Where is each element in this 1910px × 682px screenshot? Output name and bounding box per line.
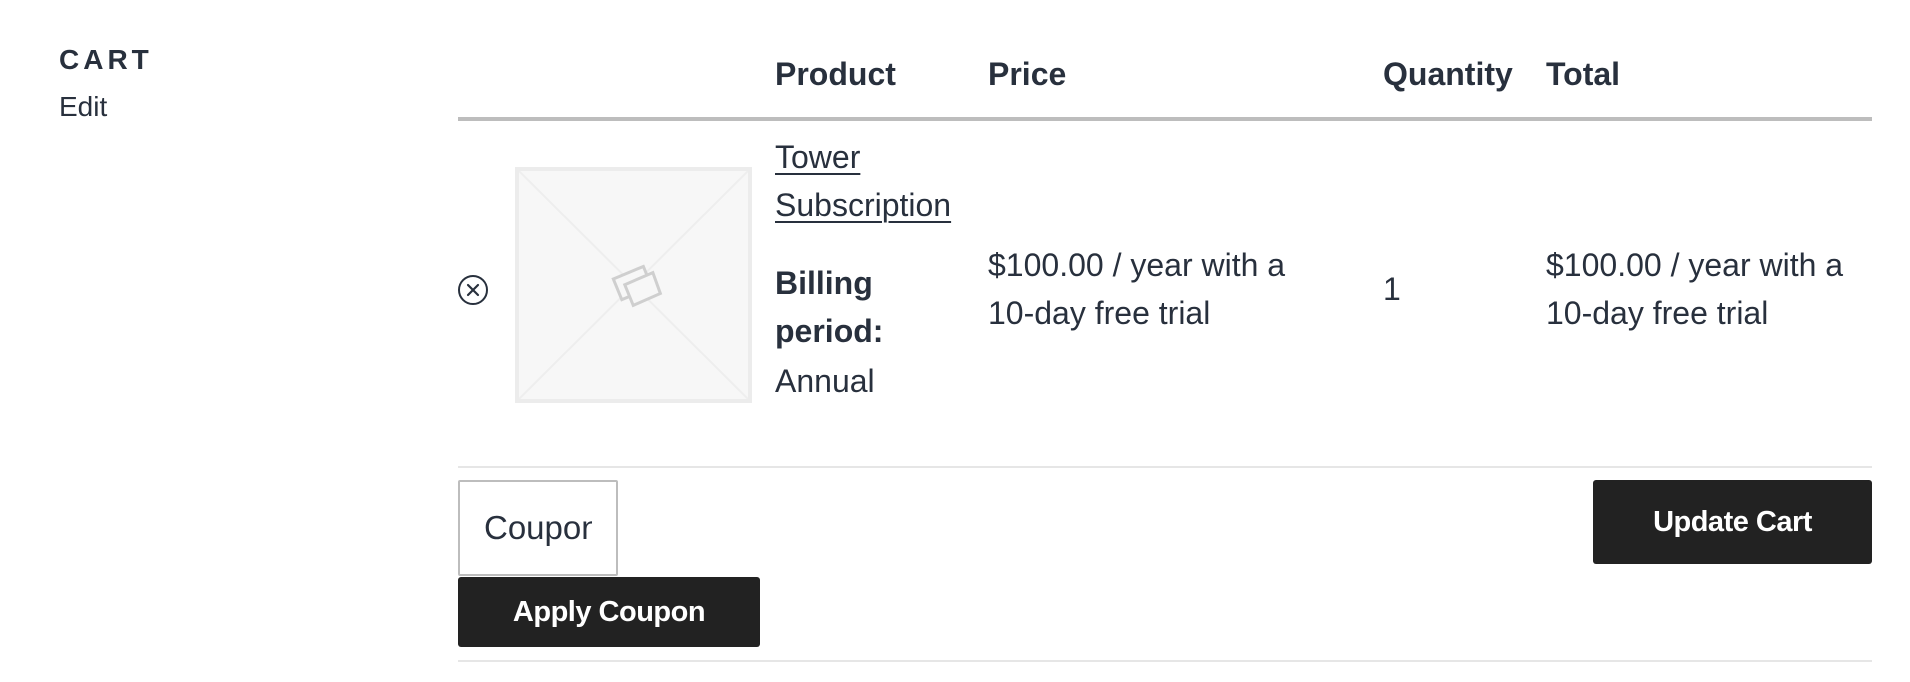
header-product: Product (775, 56, 896, 92)
billing-period-value: Annual (775, 363, 875, 399)
table-header: Product Price Quantity Total (458, 0, 1872, 121)
header-total: Total (1546, 56, 1621, 92)
quantity-cell: 1 (1383, 271, 1401, 307)
apply-coupon-button[interactable]: Apply Coupon (458, 577, 760, 647)
table-row: Tower Subscription Billing period: Annua… (458, 121, 1872, 468)
edit-link[interactable]: Edit (59, 90, 153, 124)
cart-sidebar: CART Edit (59, 42, 153, 124)
cart-actions: Apply Coupon Update Cart (458, 468, 1872, 662)
total-cell: $100.00 / year with a 10-day free trial (1546, 247, 1844, 331)
update-cart-button[interactable]: Update Cart (1593, 480, 1872, 564)
header-price: Price (988, 56, 1067, 92)
cart-heading: CART (59, 44, 153, 75)
header-quantity: Quantity (1383, 56, 1513, 92)
coupon-code-input[interactable] (458, 480, 618, 576)
close-icon (466, 283, 480, 297)
price-cell: $100.00 / year with a 10-day free trial (988, 247, 1286, 331)
remove-item-icon[interactable] (458, 275, 488, 305)
billing-period-label: Billing period: (775, 265, 884, 349)
product-name-link[interactable]: Tower Subscription (775, 133, 975, 229)
placeholder-image-icon (519, 171, 748, 399)
product-thumbnail[interactable] (515, 167, 752, 403)
